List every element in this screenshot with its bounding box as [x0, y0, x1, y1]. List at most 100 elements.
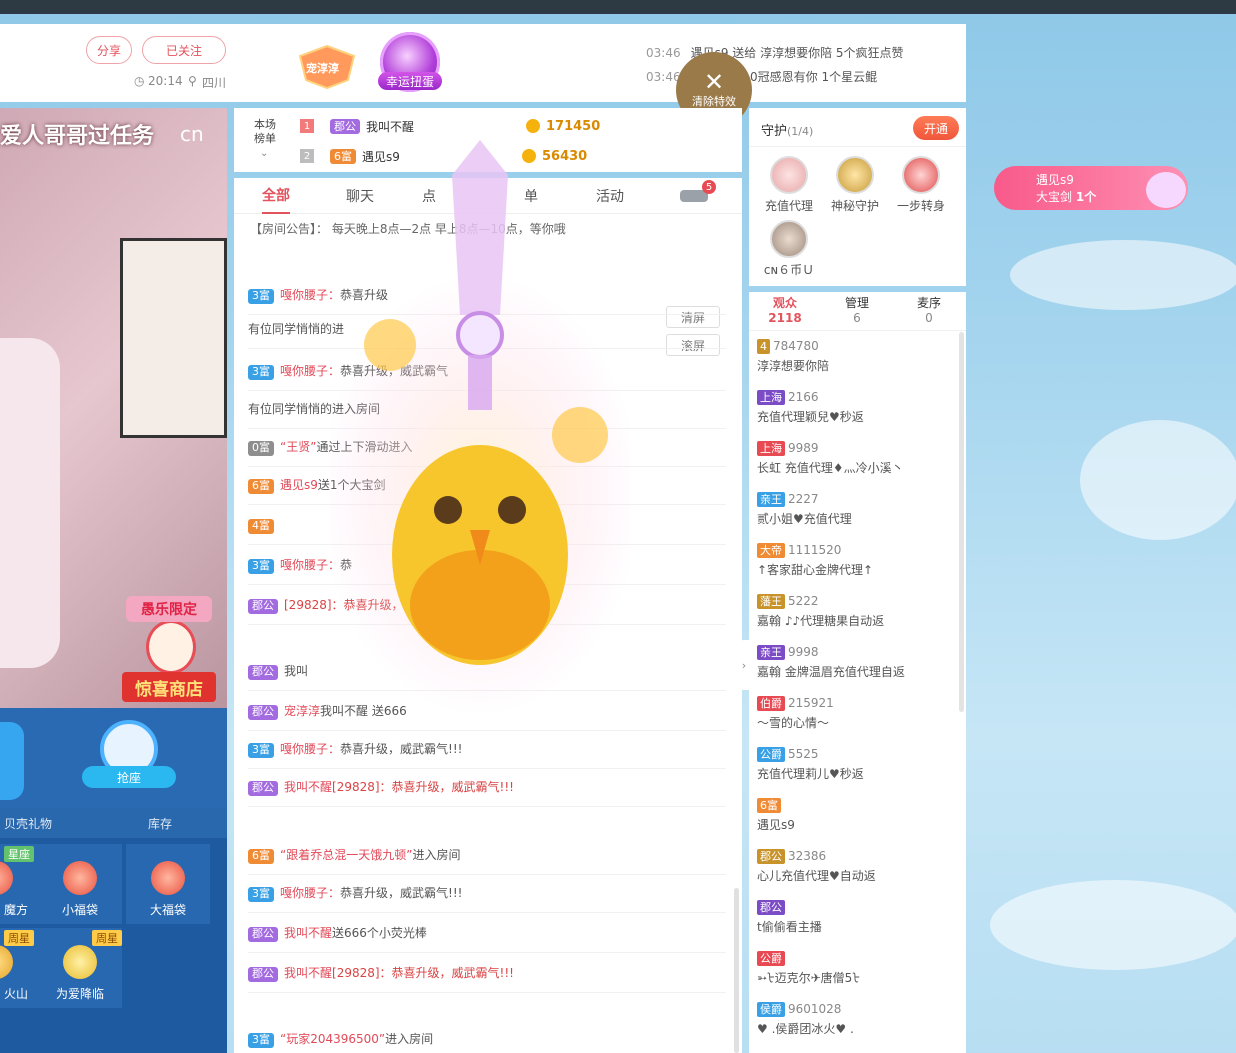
tab-audience[interactable]: 观众 2118 — [749, 296, 821, 326]
divider — [248, 874, 726, 875]
chat-username[interactable]: 遇见s9 — [280, 478, 318, 492]
audience-row[interactable]: 公爵 — [757, 948, 957, 968]
audience-row[interactable]: 公爵 5525 — [757, 744, 957, 764]
chat-username[interactable]: “跟着乔总混一天饿九顿” — [280, 848, 412, 862]
chat-username[interactable]: 嘎你腰子： — [280, 288, 340, 302]
divider — [248, 390, 726, 391]
stream-watermark: cn — [180, 122, 204, 146]
audience-row[interactable]: 藩王 5222 — [757, 591, 957, 611]
tab-managers[interactable]: 管理 6 — [821, 296, 893, 326]
share-button[interactable]: 分享 — [86, 36, 132, 64]
lucky-egg-label[interactable]: 幸运扭蛋 — [378, 72, 442, 90]
chevron-down-icon[interactable]: ⌄ — [260, 148, 268, 159]
room-header: 分享 已关注 ◷ 20:14 ⚲ 四川 宠淳淳 幸运扭蛋 03:46 遇见s9 送… — [0, 24, 966, 102]
guard-member[interactable]: ᴄɴ６币Ｕ — [759, 220, 819, 278]
tab-chat[interactable]: 聊天 — [346, 178, 374, 214]
pet-badge[interactable]: 宠淳淳 — [294, 42, 360, 90]
audience-row[interactable]: 郡公 32386 — [757, 846, 957, 866]
gift-item[interactable]: 小福袋 — [38, 844, 122, 924]
divider — [248, 624, 726, 625]
tab-all[interactable]: 全部 — [262, 178, 290, 214]
audience-username[interactable]: ～雪的心情～ — [757, 713, 957, 733]
tab-inventory[interactable]: 库存 — [148, 815, 172, 832]
clown-icon — [146, 620, 196, 674]
audience-username[interactable]: 充值代理莉儿♥秒返 — [757, 764, 957, 784]
audience-username[interactable]: 嘉翰 金牌温眉充值代理自返 — [757, 662, 957, 682]
audience-row[interactable]: 侯爵 9601028 — [757, 999, 957, 1019]
chat-username[interactable]: 我叫不醒 — [284, 926, 332, 940]
grab-seat-button[interactable]: 抢座 — [82, 720, 176, 800]
audience-username[interactable]: ➳ᡶ迈克尔✈唐僧5ᡶ — [757, 968, 957, 988]
tab-list[interactable]: 单 — [524, 178, 538, 214]
guard-member[interactable]: 一步转身 — [891, 156, 951, 214]
tab-activity[interactable]: 活动 — [596, 178, 624, 214]
audience-row[interactable]: 6富 — [757, 795, 957, 815]
audience-row[interactable]: 大帝 1111520 — [757, 540, 957, 560]
avatar — [836, 156, 874, 194]
chat-username[interactable]: 嘎你腰子： — [280, 364, 340, 378]
gift-item[interactable]: 星座 魔方 — [0, 844, 38, 924]
chat-message: 3富 “玩家204396500”进入房间 — [248, 1030, 726, 1048]
chat-message: 3富 嘎你腰子：恭 — [248, 556, 726, 574]
divider — [749, 146, 966, 147]
gift-item[interactable]: 大福袋 — [126, 844, 210, 924]
cloud-decoration — [990, 880, 1236, 970]
guard-member[interactable]: 神秘守护 — [825, 156, 885, 214]
audience-username[interactable]: 嘉翰 ♪♪代理糖果自动返 — [757, 611, 957, 631]
chat-username[interactable]: 我叫不醒 — [284, 780, 332, 794]
chat-text: 恭喜升级 — [340, 288, 389, 302]
audience-username[interactable]: ↑客家甜心金牌代理↑ — [757, 560, 957, 580]
open-guard-button[interactable]: 开通 — [913, 116, 959, 140]
rank-badge: 4 — [757, 339, 770, 354]
video-stream[interactable]: 爱人哥哥过任务 cn 愚乐限定 惊喜商店 — [0, 108, 227, 708]
audience-username[interactable]: 长虹 充值代理♦灬冷小溪丶 — [757, 458, 957, 478]
audience-username[interactable]: 贰小姐♥充值代理 — [757, 509, 957, 529]
tab-mic-queue[interactable]: 麦序 0 — [893, 296, 965, 326]
audience-row[interactable]: 伯爵 215921 — [757, 693, 957, 713]
chat-username[interactable]: “玩家204396500” — [280, 1032, 385, 1046]
chat-tabs: 全部 聊天 点 单 活动 5 — [234, 178, 742, 214]
audience-row[interactable]: 亲王 2227 — [757, 489, 957, 509]
gift-item[interactable]: 周星 为爱降临 — [38, 928, 122, 1008]
chat-text: 有位同学悄悄的进 — [248, 322, 345, 336]
chat-username[interactable]: “王贤” — [280, 440, 316, 454]
audience-username[interactable]: 淳淳想要你陪 — [757, 356, 957, 376]
chat-text: 我叫 — [284, 664, 309, 678]
audience-username[interactable]: t偷偷看主播 — [757, 917, 957, 937]
guard-member[interactable]: 充值代理 — [759, 156, 819, 214]
level-badge: 郡公 — [248, 704, 278, 720]
ranking-row[interactable]: 2 6富 遇见s9 56430 — [300, 144, 587, 168]
chat-username[interactable]: 嘎你腰子： — [280, 886, 340, 900]
chat-username[interactable]: 嘎你腰子： — [280, 558, 340, 572]
ranking-row[interactable]: 1 郡公 我叫不醒 171450 — [300, 114, 600, 138]
chat-text: 进入房间 — [385, 1032, 434, 1046]
cloud-decoration — [1080, 420, 1236, 540]
audience-row[interactable]: 郡公 — [757, 897, 957, 917]
audience-username[interactable]: ♥ .侯爵团冰火♥ . — [757, 1019, 957, 1039]
chat-username[interactable]: 宠淳淳 — [284, 704, 320, 718]
audience-username[interactable]: 遇见s9 — [757, 815, 957, 835]
audience-row[interactable]: 上海 9989 — [757, 438, 957, 458]
seat-left-icon[interactable] — [0, 722, 24, 800]
audience-username[interactable]: 充值代理颖兒♥秒返 — [757, 407, 957, 427]
gift-item[interactable]: 周星 火山 — [0, 928, 38, 1008]
tab-song[interactable]: 点 — [422, 178, 436, 214]
ranking-label: 本场榜单 — [254, 118, 276, 145]
audience-scrollbar[interactable] — [959, 332, 964, 712]
followed-button[interactable]: 已关注 — [142, 36, 226, 64]
location-icon: ⚲ — [188, 74, 197, 88]
chat-username[interactable]: 我叫不醒 — [284, 966, 332, 980]
audience-row[interactable]: 4 784780 — [757, 336, 957, 356]
chat-message: 郡公 我叫不醒送666个小荧光棒 — [248, 924, 726, 942]
divider — [248, 504, 726, 505]
audience-username[interactable]: 心儿充值代理♥自动返 — [757, 866, 957, 886]
chat-username[interactable]: 嘎你腰子： — [280, 742, 340, 756]
tab-shell-gifts[interactable]: 贝壳礼物 — [4, 815, 52, 832]
surprise-shop[interactable]: 愚乐限定 惊喜商店 — [122, 592, 216, 702]
level-badge: 3富 — [248, 558, 274, 574]
collapse-arrow-icon[interactable]: › — [738, 640, 750, 690]
chat-scrollbar[interactable] — [734, 888, 739, 1053]
audience-row[interactable]: 上海 2166 — [757, 387, 957, 407]
rank-badge: 伯爵 — [757, 696, 785, 711]
audience-row[interactable]: 亲王 9998 — [757, 642, 957, 662]
